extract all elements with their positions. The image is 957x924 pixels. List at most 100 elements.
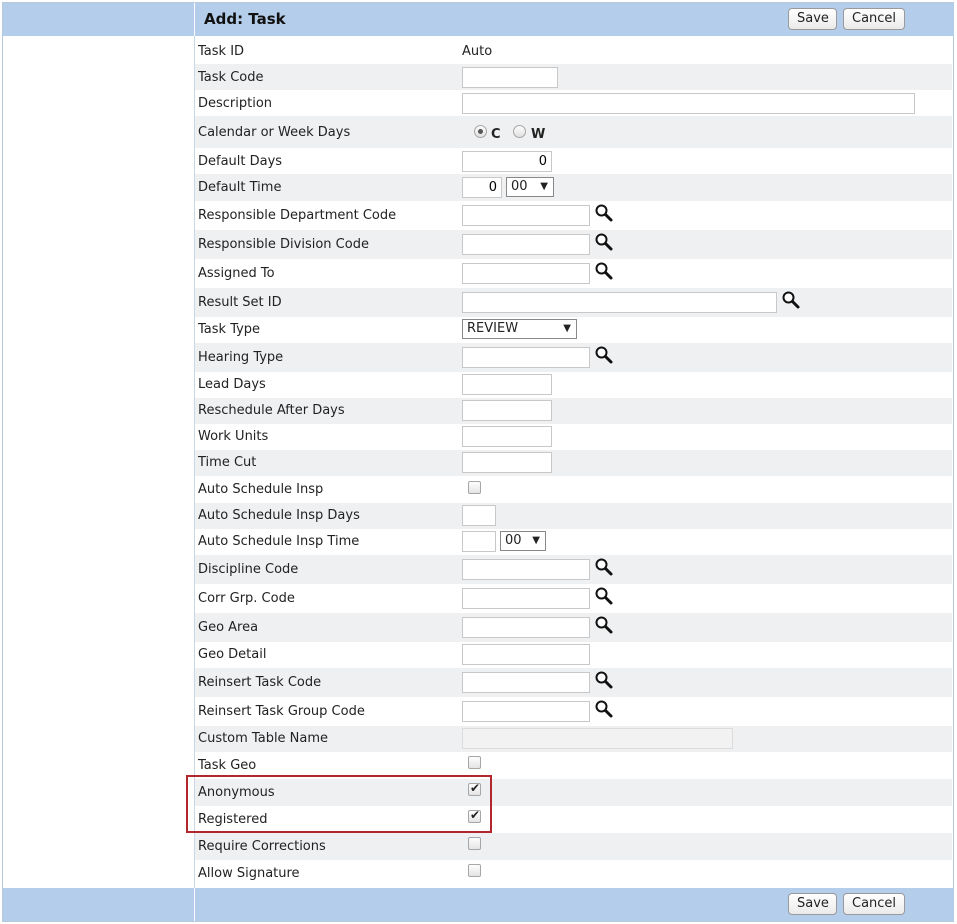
triangle-down-icon: ▼ <box>532 535 540 546</box>
default-time-minutes-select[interactable]: 00 ▼ <box>506 177 554 197</box>
row-default-days: Default Days <box>195 148 952 174</box>
check-icon: ✔ <box>470 781 481 795</box>
task-code-input[interactable] <box>462 67 558 88</box>
require-corrections-label: Require Corrections <box>198 839 326 854</box>
work-units-input[interactable] <box>462 426 552 447</box>
hearing-type-input[interactable] <box>462 347 590 368</box>
task-type-label: Task Type <box>198 322 261 337</box>
row-discipline-code: Discipline Code <box>195 555 952 584</box>
default-time-minutes-value: 00 <box>511 179 528 194</box>
geo-detail-label: Geo Detail <box>198 647 267 662</box>
corr-grp-code-input[interactable] <box>462 588 590 609</box>
row-anonymous: Anonymous ✔ <box>195 779 952 806</box>
radio-week-days[interactable] <box>513 125 526 138</box>
registered-label: Registered <box>198 812 268 827</box>
work-units-label: Work Units <box>198 429 269 444</box>
row-assigned-to: Assigned To <box>195 259 952 288</box>
auto-schedule-insp-time-hours-input[interactable] <box>462 531 496 552</box>
reinsert-task-group-code-label: Reinsert Task Group Code <box>198 704 365 719</box>
row-description: Description <box>195 90 952 116</box>
default-days-input[interactable] <box>462 151 552 172</box>
footer-save-button[interactable]: Save <box>788 893 837 915</box>
form-header: Add: Task Save Cancel <box>3 3 954 36</box>
row-custom-table-name: Custom Table Name <box>195 726 952 752</box>
reinsert-task-group-code-input[interactable] <box>462 701 590 722</box>
auto-schedule-insp-time-minutes-value: 00 <box>505 533 522 548</box>
allow-signature-checkbox[interactable] <box>468 864 481 877</box>
row-work-units: Work Units <box>195 424 952 450</box>
footer-cancel-button[interactable]: Cancel <box>843 893 905 915</box>
responsible-division-code-input[interactable] <box>462 234 590 255</box>
custom-table-name-label: Custom Table Name <box>198 731 329 746</box>
task-type-select[interactable]: REVIEW ▼ <box>462 319 577 339</box>
default-time-label: Default Time <box>198 180 282 195</box>
corr-grp-code-label: Corr Grp. Code <box>198 591 295 606</box>
magnifier-icon[interactable] <box>594 699 614 719</box>
default-days-label: Default Days <box>198 154 283 169</box>
assigned-to-label: Assigned To <box>198 266 275 281</box>
row-require-corrections: Require Corrections <box>195 833 952 860</box>
magnifier-icon[interactable] <box>594 557 614 577</box>
result-set-id-label: Result Set ID <box>198 295 282 310</box>
row-geo-detail: Geo Detail <box>195 642 952 668</box>
magnifier-icon[interactable] <box>594 615 614 635</box>
lead-days-input[interactable] <box>462 374 552 395</box>
responsible-department-code-input[interactable] <box>462 205 590 226</box>
page-title: Add: Task <box>204 10 286 28</box>
row-reinsert-task-code: Reinsert Task Code <box>195 668 952 697</box>
row-responsible-department-code: Responsible Department Code <box>195 201 952 230</box>
task-id-value: Auto <box>462 44 493 59</box>
task-geo-checkbox[interactable] <box>468 756 481 769</box>
header-divider <box>194 3 195 36</box>
default-time-hours-input[interactable] <box>462 177 502 198</box>
magnifier-icon[interactable] <box>594 670 614 690</box>
radio-calendar-days[interactable] <box>474 125 487 138</box>
magnifier-icon[interactable] <box>594 586 614 606</box>
row-auto-schedule-insp: Auto Schedule Insp <box>195 476 952 503</box>
row-reinsert-task-group-code: Reinsert Task Group Code <box>195 697 952 726</box>
custom-table-name-input <box>462 728 733 749</box>
responsible-division-code-label: Responsible Division Code <box>198 237 369 252</box>
radio-week-days-label: W <box>531 127 546 142</box>
hearing-type-label: Hearing Type <box>198 350 284 365</box>
triangle-down-icon: ▼ <box>563 323 571 334</box>
save-button[interactable]: Save <box>788 8 837 30</box>
assigned-to-input[interactable] <box>462 263 590 284</box>
radio-selected-dot <box>478 129 483 134</box>
check-icon: ✔ <box>470 808 481 822</box>
reinsert-task-code-input[interactable] <box>462 672 590 693</box>
auto-schedule-insp-time-label: Auto Schedule Insp Time <box>198 534 360 549</box>
magnifier-icon[interactable] <box>781 290 801 310</box>
footer-divider <box>194 888 195 921</box>
geo-area-input[interactable] <box>462 617 590 638</box>
description-input[interactable] <box>462 93 915 114</box>
cancel-button[interactable]: Cancel <box>843 8 905 30</box>
auto-schedule-insp-days-input[interactable] <box>462 505 496 526</box>
result-set-id-input[interactable] <box>462 292 777 313</box>
auto-schedule-insp-time-minutes-select[interactable]: 00 ▼ <box>500 531 546 551</box>
reschedule-after-days-input[interactable] <box>462 400 552 421</box>
anonymous-label: Anonymous <box>198 785 275 800</box>
auto-schedule-insp-days-label: Auto Schedule Insp Days <box>198 508 360 523</box>
anonymous-checkbox[interactable]: ✔ <box>468 781 481 796</box>
task-code-label: Task Code <box>198 70 264 85</box>
allow-signature-label: Allow Signature <box>198 866 300 881</box>
geo-detail-input[interactable] <box>462 644 590 665</box>
row-responsible-division-code: Responsible Division Code <box>195 230 952 259</box>
auto-schedule-insp-checkbox[interactable] <box>468 481 481 494</box>
row-corr-grp-code: Corr Grp. Code <box>195 584 952 613</box>
row-task-geo: Task Geo <box>195 752 952 779</box>
triangle-down-icon: ▼ <box>540 181 548 192</box>
row-task-id: Task ID Auto <box>195 37 952 64</box>
reschedule-after-days-label: Reschedule After Days <box>198 403 345 418</box>
require-corrections-checkbox[interactable] <box>468 837 481 850</box>
row-registered: Registered ✔ <box>195 806 952 833</box>
registered-checkbox[interactable]: ✔ <box>468 808 481 823</box>
magnifier-icon[interactable] <box>594 261 614 281</box>
magnifier-icon[interactable] <box>594 203 614 223</box>
calendar-or-week-days-label: Calendar or Week Days <box>198 125 351 140</box>
discipline-code-input[interactable] <box>462 559 590 580</box>
magnifier-icon[interactable] <box>594 232 614 252</box>
time-cut-input[interactable] <box>462 452 552 473</box>
magnifier-icon[interactable] <box>594 345 614 365</box>
